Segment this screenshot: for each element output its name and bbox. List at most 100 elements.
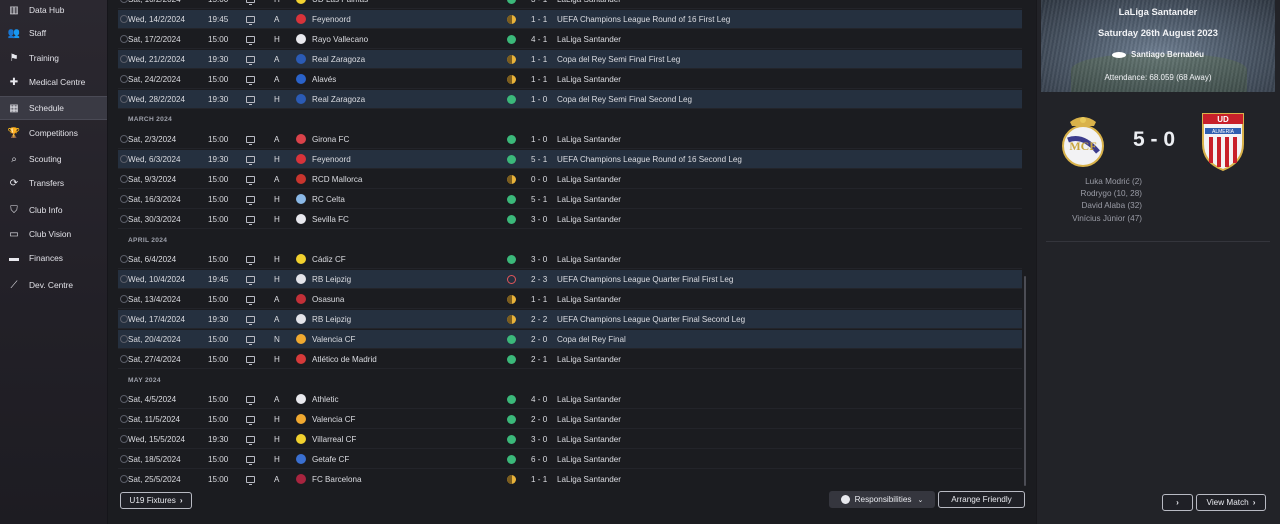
fixture-competition[interactable]: LaLiga Santander <box>557 75 621 84</box>
opponent-name[interactable]: RB Leipzig <box>312 315 351 324</box>
almeria-crest[interactable]: UD ALMERIA <box>1199 110 1247 172</box>
fixture-row[interactable]: Sat, 2/3/2024 15:00 A Girona FC 1 - 0 LaLiga … <box>118 130 1022 149</box>
opponent-name[interactable]: Rayo Vallecano <box>312 35 368 44</box>
sidebar-item-training[interactable]: ⚑ Training <box>0 46 107 70</box>
select-checkbox[interactable] <box>120 135 128 143</box>
select-checkbox[interactable] <box>120 35 128 43</box>
opponent-name[interactable]: Feyenoord <box>312 15 351 24</box>
fixture-competition[interactable]: LaLiga Santander <box>557 355 621 364</box>
opponent-name[interactable]: RC Celta <box>312 195 345 204</box>
select-checkbox[interactable] <box>120 455 128 463</box>
fixture-row[interactable]: Sat, 11/5/2024 15:00 H Valencia CF 2 - 0 LaLi… <box>118 410 1022 429</box>
fixture-row[interactable]: Sat, 27/4/2024 15:00 H Atlético de Madrid 2 … <box>118 350 1022 369</box>
fixture-row[interactable]: Sat, 6/4/2024 15:00 H Cádiz CF 3 - 0 LaLiga S… <box>118 250 1022 269</box>
select-checkbox[interactable] <box>120 275 128 283</box>
fixture-competition[interactable]: UEFA Champions League Quarter Final Firs… <box>557 275 733 284</box>
select-checkbox[interactable] <box>120 255 128 263</box>
select-checkbox[interactable] <box>120 0 128 3</box>
real-madrid-crest[interactable]: MCF <box>1060 112 1106 170</box>
fixture-row[interactable]: Sat, 16/3/2024 15:00 H RC Celta 5 - 1 LaLiga … <box>118 190 1022 209</box>
opponent-name[interactable]: Valencia CF <box>312 335 355 344</box>
sidebar-item-finances[interactable]: ▬ Finances <box>0 246 107 270</box>
opponent-name[interactable]: Valencia CF <box>312 415 355 424</box>
opponent-name[interactable]: Villarreal CF <box>312 435 356 444</box>
fixture-row[interactable]: Wed, 21/2/2024 19:30 A Real Zaragoza 1 - 1 Co… <box>118 50 1022 69</box>
select-checkbox[interactable] <box>120 195 128 203</box>
fixture-row[interactable]: Sat, 13/4/2024 15:00 A Osasuna 1 - 1 LaLiga S… <box>118 290 1022 309</box>
fixture-competition[interactable]: LaLiga Santander <box>557 475 621 484</box>
fixture-competition[interactable]: LaLiga Santander <box>557 295 621 304</box>
select-checkbox[interactable] <box>120 415 128 423</box>
select-checkbox[interactable] <box>120 95 128 103</box>
opponent-name[interactable]: RB Leipzig <box>312 275 351 284</box>
fixture-competition[interactable]: LaLiga Santander <box>557 255 621 264</box>
fixture-row[interactable]: Sat, 25/5/2024 15:00 A FC Barcelona 1 - 1 LaL… <box>118 470 1022 488</box>
select-checkbox[interactable] <box>120 395 128 403</box>
select-checkbox[interactable] <box>120 15 128 23</box>
fixture-row[interactable]: Sat, 20/4/2024 15:00 N Valencia CF 2 - 0 Copa… <box>118 330 1022 349</box>
fixture-competition[interactable]: Copa del Rey Final <box>557 335 626 344</box>
fixture-row[interactable]: Wed, 10/4/2024 19:45 H RB Leipzig 2 - 3 UEFA … <box>118 270 1022 289</box>
fixture-row[interactable]: Wed, 15/5/2024 19:30 H Villarreal CF 3 - 0 La… <box>118 430 1022 449</box>
sidebar-item-scouting[interactable]: ⌕ Scouting <box>0 147 107 171</box>
opponent-name[interactable]: Girona FC <box>312 135 349 144</box>
opponent-name[interactable]: Real Zaragoza <box>312 55 365 64</box>
select-checkbox[interactable] <box>120 355 128 363</box>
select-checkbox[interactable] <box>120 315 128 323</box>
select-checkbox[interactable] <box>120 55 128 63</box>
fixture-row[interactable]: Sat, 10/2/2024 15:00 H UD Las Palmas 3 - 1 La… <box>118 0 1022 9</box>
fixture-row[interactable]: Wed, 28/2/2024 19:30 H Real Zaragoza 1 - 0 Co… <box>118 90 1022 109</box>
fixture-competition[interactable]: Copa del Rey Semi Final First Leg <box>557 55 680 64</box>
fixture-competition[interactable]: LaLiga Santander <box>557 135 621 144</box>
fixture-competition[interactable]: UEFA Champions League Round of 16 First … <box>557 15 730 24</box>
opponent-name[interactable]: Sevilla FC <box>312 215 349 224</box>
fixture-competition[interactable]: LaLiga Santander <box>557 415 621 424</box>
fixture-row[interactable]: Sat, 17/2/2024 15:00 H Rayo Vallecano 4 - 1 L… <box>118 30 1022 49</box>
fixture-competition[interactable]: LaLiga Santander <box>557 435 621 444</box>
fixture-competition[interactable]: UEFA Champions League Quarter Final Seco… <box>557 315 745 324</box>
arrange-friendly-button[interactable]: Arrange Friendly <box>938 491 1025 508</box>
opponent-name[interactable]: Feyenoord <box>312 155 351 164</box>
fixture-competition[interactable]: UEFA Champions League Round of 16 Second… <box>557 155 742 164</box>
fixture-competition[interactable]: LaLiga Santander <box>557 395 621 404</box>
fixture-competition[interactable]: Copa del Rey Semi Final Second Leg <box>557 95 692 104</box>
fixture-competition[interactable]: LaLiga Santander <box>557 175 621 184</box>
opponent-name[interactable]: Osasuna <box>312 295 344 304</box>
fixture-row[interactable]: Sat, 18/5/2024 15:00 H Getafe CF 6 - 0 LaLiga… <box>118 450 1022 469</box>
fixture-row[interactable]: Wed, 6/3/2024 19:30 H Feyenoord 5 - 1 UEFA Ch… <box>118 150 1022 169</box>
fixture-competition[interactable]: LaLiga Santander <box>557 215 621 224</box>
opponent-name[interactable]: UD Las Palmas <box>312 0 368 4</box>
sidebar-item-schedule[interactable]: ▦ Schedule <box>0 96 107 120</box>
sidebar-item-competitions[interactable]: 🏆 Competitions <box>0 121 107 145</box>
sidebar-item-club-vision[interactable]: ▭ Club Vision <box>0 222 107 246</box>
next-button[interactable]: › <box>1162 494 1193 511</box>
opponent-name[interactable]: FC Barcelona <box>312 475 361 484</box>
opponent-name[interactable]: RCD Mallorca <box>312 175 362 184</box>
sidebar-item-transfers[interactable]: ⟳ Transfers <box>0 171 107 195</box>
select-checkbox[interactable] <box>120 295 128 303</box>
select-checkbox[interactable] <box>120 335 128 343</box>
u19-fixtures-button[interactable]: U19 Fixtures › <box>120 492 192 509</box>
fixture-competition[interactable]: LaLiga Santander <box>557 0 621 4</box>
select-checkbox[interactable] <box>120 475 128 483</box>
opponent-name[interactable]: Alavés <box>312 75 336 84</box>
scrollbar[interactable] <box>1024 276 1026 486</box>
opponent-name[interactable]: Getafe CF <box>312 455 349 464</box>
select-checkbox[interactable] <box>120 215 128 223</box>
fixture-row[interactable]: Sat, 4/5/2024 15:00 A Athletic 4 - 0 LaLiga S… <box>118 390 1022 409</box>
fixture-row[interactable]: Sat, 24/2/2024 15:00 A Alavés 1 - 1 LaLiga Sa… <box>118 70 1022 89</box>
opponent-name[interactable]: Real Zaragoza <box>312 95 365 104</box>
sidebar-item-dev-centre[interactable]: ⟋ Dev. Centre <box>0 273 107 297</box>
select-checkbox[interactable] <box>120 435 128 443</box>
select-checkbox[interactable] <box>120 175 128 183</box>
responsibilities-button[interactable]: Responsibilities ⌄ <box>829 491 935 508</box>
opponent-name[interactable]: Athletic <box>312 395 339 404</box>
sidebar-item-club-info[interactable]: ⛉ Club Info <box>0 198 107 222</box>
fixture-row[interactable]: Sat, 30/3/2024 15:00 H Sevilla FC 3 - 0 LaLig… <box>118 210 1022 229</box>
fixture-competition[interactable]: LaLiga Santander <box>557 195 621 204</box>
view-match-button[interactable]: View Match › <box>1196 494 1266 511</box>
opponent-name[interactable]: Cádiz CF <box>312 255 346 264</box>
fixture-competition[interactable]: LaLiga Santander <box>557 35 621 44</box>
fixture-row[interactable]: Sat, 9/3/2024 15:00 A RCD Mallorca 0 - 0 LaLi… <box>118 170 1022 189</box>
select-checkbox[interactable] <box>120 75 128 83</box>
